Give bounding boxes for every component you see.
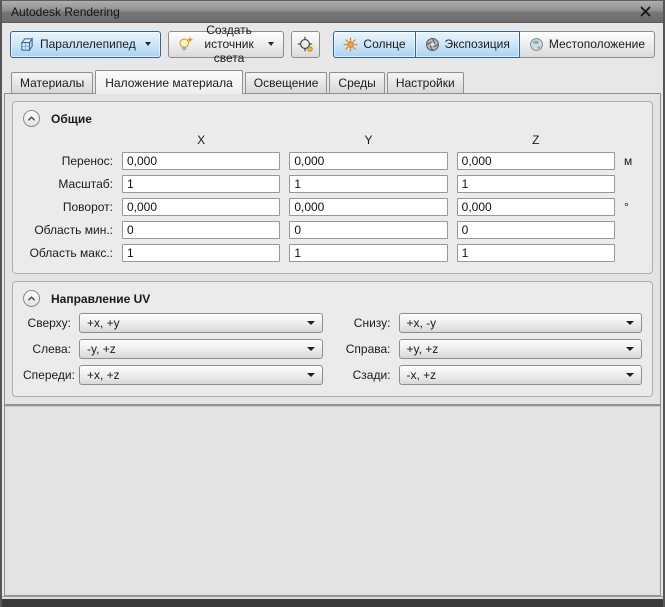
- chevron-down-icon: [144, 42, 151, 46]
- rotate-x-input[interactable]: [122, 198, 281, 216]
- geometry-dropdown-button[interactable]: Параллелепипед: [10, 30, 161, 58]
- transform-grid: X Y Z Перенос: м Масштаб: Поворот: °: [23, 133, 642, 262]
- uv-back-value: -x, +z: [406, 368, 437, 382]
- chevron-down-icon: [306, 373, 315, 377]
- lightbulb-icon: [178, 36, 194, 52]
- translate-x-input[interactable]: [122, 152, 281, 170]
- location-button-label: Местоположение: [548, 37, 645, 51]
- area-max-label: Область макс.:: [29, 246, 113, 260]
- uv-section-header: Направление UV: [23, 290, 642, 307]
- rotate-unit: °: [623, 200, 629, 214]
- area-max-y-input[interactable]: [289, 244, 448, 262]
- uv-front-select[interactable]: +x, +z: [79, 365, 323, 385]
- chevron-down-icon: [626, 321, 634, 325]
- uv-section-title: Направление UV: [51, 291, 151, 306]
- close-button[interactable]: [634, 3, 656, 21]
- chevron-down-icon: [626, 373, 634, 377]
- sun-button-label: Солнце: [363, 37, 406, 51]
- uv-top-value: +x, +y: [87, 316, 120, 330]
- uv-left-select[interactable]: -y, +z: [79, 339, 323, 359]
- toolbar: Параллелепипед Создать источник света Со…: [2, 23, 663, 65]
- uv-grid: Сверху: +x, +y Снизу: +x, -y Слева: -y, …: [23, 313, 642, 385]
- uv-collapse-button[interactable]: [23, 290, 40, 307]
- chevron-down-icon: [626, 347, 634, 351]
- uv-front-value: +x, +z: [87, 368, 120, 382]
- column-header-y: Y: [364, 133, 373, 147]
- uv-bottom-label: Снизу:: [353, 316, 391, 330]
- uv-right-select[interactable]: +y, +z: [398, 339, 642, 359]
- uv-bottom-value: +x, -y: [406, 316, 437, 330]
- location-toggle-button[interactable]: Местоположение: [518, 30, 655, 58]
- uv-back-select[interactable]: -x, +z: [398, 365, 642, 385]
- create-light-button-label: Создать источник света: [204, 23, 254, 65]
- area-min-y-input[interactable]: [289, 221, 448, 239]
- uv-left-label: Слева:: [32, 342, 71, 356]
- sun-icon: [343, 36, 358, 52]
- autodesk-rendering-window: Autodesk Rendering Параллелепипед Создат…: [0, 0, 665, 607]
- create-light-dropdown-button[interactable]: Создать источник света: [167, 23, 285, 65]
- uv-front-label: Спереди:: [23, 368, 75, 382]
- general-collapse-button[interactable]: [23, 110, 40, 127]
- tab-environments[interactable]: Среды: [329, 72, 385, 93]
- aperture-icon: [425, 37, 440, 52]
- parallelepiped-icon: [20, 36, 35, 52]
- sun-toggle-button[interactable]: Солнце: [333, 30, 416, 58]
- general-section-title: Общие: [51, 111, 92, 126]
- chevron-down-icon: [268, 42, 275, 46]
- uv-top-label: Сверху:: [27, 316, 71, 330]
- general-section-header: Общие: [23, 110, 642, 127]
- uv-bottom-select[interactable]: +x, -y: [398, 313, 642, 333]
- translate-y-input[interactable]: [289, 152, 448, 170]
- translate-unit: м: [623, 154, 633, 168]
- uv-left-value: -y, +z: [87, 342, 116, 356]
- close-icon: [640, 6, 650, 17]
- uv-back-label: Сзади:: [352, 368, 391, 382]
- scale-x-input[interactable]: [122, 175, 281, 193]
- scale-label: Масштаб:: [58, 177, 113, 191]
- tab-strip: Материалы Наложение материала Освещение …: [2, 65, 663, 94]
- tab-materials[interactable]: Материалы: [11, 72, 94, 93]
- area-min-x-input[interactable]: [122, 221, 281, 239]
- area-min-z-input[interactable]: [456, 221, 615, 239]
- uv-direction-section: Направление UV Сверху: +x, +y Снизу: +x,…: [12, 281, 653, 397]
- rotate-label: Поворот:: [62, 200, 113, 214]
- place-light-button[interactable]: [291, 30, 321, 58]
- tab-settings[interactable]: Настройки: [386, 72, 464, 93]
- tab-content-panel: Общие X Y Z Перенос: м Масштаб: Поворот:: [4, 93, 661, 596]
- light-placement-crosshair-icon: [297, 36, 314, 53]
- rotate-y-input[interactable]: [289, 198, 448, 216]
- exposure-button-label: Экспозиция: [444, 37, 510, 51]
- tab-material-mapping[interactable]: Наложение материала: [95, 70, 243, 94]
- geometry-button-label: Параллелепипед: [40, 37, 136, 51]
- general-section: Общие X Y Z Перенос: м Масштаб: Поворот:: [12, 101, 653, 274]
- translate-label: Перенос:: [61, 154, 113, 168]
- chevron-down-icon: [306, 321, 315, 325]
- globe-icon: [529, 37, 544, 52]
- chevron-up-icon: [28, 116, 35, 121]
- chevron-down-icon: [306, 347, 315, 351]
- column-header-x: X: [197, 133, 206, 147]
- title-bar: Autodesk Rendering: [2, 1, 663, 23]
- uv-right-label: Справа:: [345, 342, 391, 356]
- window-title: Autodesk Rendering: [11, 4, 120, 19]
- translate-z-input[interactable]: [456, 152, 615, 170]
- exposure-toggle-button[interactable]: Экспозиция: [414, 30, 520, 58]
- area-min-label: Область мин.:: [34, 223, 113, 237]
- area-max-z-input[interactable]: [456, 244, 615, 262]
- scale-z-input[interactable]: [456, 175, 615, 193]
- tab-lighting[interactable]: Освещение: [244, 72, 328, 93]
- chevron-up-icon: [28, 296, 35, 301]
- uv-top-select[interactable]: +x, +y: [79, 313, 323, 333]
- environment-toggle-group: Солнце Экспозиция Местоположение: [333, 30, 655, 58]
- empty-detail-panel: [5, 406, 660, 595]
- scale-y-input[interactable]: [289, 175, 448, 193]
- column-header-z: Z: [532, 133, 540, 147]
- area-max-x-input[interactable]: [122, 244, 281, 262]
- uv-right-value: +y, +z: [406, 342, 439, 356]
- rotate-z-input[interactable]: [456, 198, 615, 216]
- window-bottom-bar: [2, 599, 663, 607]
